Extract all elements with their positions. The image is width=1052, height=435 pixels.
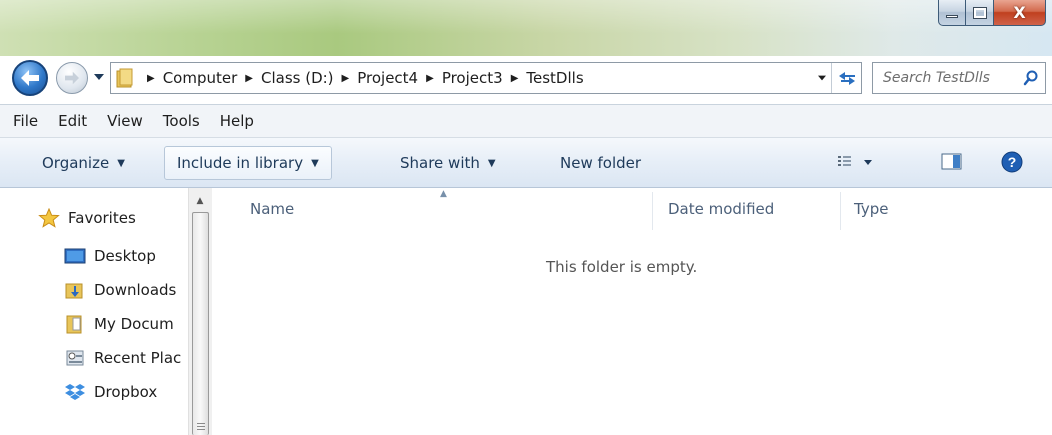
nav-my-documents[interactable]: My Docum: [64, 314, 174, 334]
close-icon: X: [1013, 2, 1026, 22]
change-view-button[interactable]: [836, 152, 884, 176]
nav-desktop[interactable]: Desktop: [64, 246, 156, 266]
command-bar: Organize ▼ Include in library ▼ Share wi…: [0, 138, 1052, 188]
chevron-down-icon: ▼: [117, 157, 125, 169]
minimize-button[interactable]: [938, 0, 966, 26]
breadcrumb-project3[interactable]: ▶ Project3: [418, 63, 503, 93]
share-with-button[interactable]: Share with ▼: [388, 146, 508, 180]
address-bar[interactable]: ▶ Computer ▶ Class (D:) ▶ Project4 ▶ Pro…: [110, 62, 862, 94]
recent-pages-dropdown[interactable]: [92, 70, 106, 84]
window-titlebar: [0, 0, 1052, 56]
address-history-dropdown[interactable]: [813, 74, 831, 82]
nav-favorites[interactable]: Favorites: [38, 208, 136, 228]
desktop-label: Desktop: [94, 247, 156, 265]
empty-folder-message: This folder is empty.: [546, 258, 698, 276]
dropbox-icon: [64, 382, 86, 402]
breadcrumb-separator-icon[interactable]: ▶: [245, 73, 253, 84]
caption-buttons: X: [938, 0, 1046, 30]
recent-places-icon: [64, 348, 86, 368]
search-icon[interactable]: [1017, 70, 1045, 86]
breadcrumb-separator-icon[interactable]: ▶: [342, 73, 350, 84]
new-folder-label: New folder: [560, 154, 642, 172]
breadcrumb-label[interactable]: TestDlls: [526, 69, 583, 87]
breadcrumb-separator-icon[interactable]: ▶: [147, 73, 155, 84]
downloads-label: Downloads: [94, 281, 177, 299]
back-button[interactable]: [12, 60, 48, 96]
navigation-pane: Favorites Desktop Downloads My Docum Rec…: [10, 188, 188, 435]
search-input[interactable]: Search TestDlls: [872, 62, 1046, 94]
downloads-folder-icon: [64, 280, 86, 300]
help-icon: ?: [1001, 151, 1023, 173]
breadcrumb-label[interactable]: Project3: [442, 69, 503, 87]
back-arrow-icon: [21, 70, 39, 86]
forward-button[interactable]: [56, 62, 88, 94]
favorites-label: Favorites: [68, 209, 136, 227]
maximize-button[interactable]: [966, 0, 994, 26]
breadcrumb-computer[interactable]: ▶ Computer: [139, 63, 237, 93]
breadcrumb-label[interactable]: Computer: [163, 69, 238, 87]
minimize-icon: [946, 15, 958, 18]
breadcrumb-class-d[interactable]: ▶ Class (D:): [237, 63, 333, 93]
scroll-up-arrow-icon[interactable]: ▲: [189, 192, 211, 210]
chevron-down-icon: ▼: [311, 157, 319, 169]
new-folder-button[interactable]: New folder: [548, 146, 653, 180]
breadcrumb-testdlls[interactable]: ▶ TestDlls: [503, 63, 584, 93]
menu-edit[interactable]: Edit: [48, 112, 97, 130]
explorer-content: Favorites Desktop Downloads My Docum Rec…: [0, 188, 1052, 435]
chevron-down-icon: ▼: [487, 157, 496, 169]
include-in-library-button[interactable]: Include in library ▼: [164, 146, 332, 180]
close-button[interactable]: X: [994, 0, 1046, 26]
details-view-icon: [838, 156, 872, 166]
recent-places-label: Recent Plac: [94, 349, 182, 367]
sort-ascending-icon: ▲: [440, 189, 447, 199]
column-header-name[interactable]: Name: [250, 200, 294, 218]
chevron-down-icon: [818, 75, 826, 81]
nav-recent-places[interactable]: Recent Plac: [64, 348, 181, 368]
preview-pane-icon: [941, 153, 962, 170]
breadcrumb-label[interactable]: Class (D:): [261, 69, 334, 87]
star-icon: [38, 208, 60, 228]
column-divider[interactable]: [652, 192, 653, 230]
menu-tools[interactable]: Tools: [153, 112, 210, 130]
include-in-library-label: Include in library: [177, 154, 304, 172]
navigation-pane-scrollbar[interactable]: ▲: [188, 188, 212, 435]
menu-bar: File Edit View Tools Help: [0, 104, 1052, 138]
column-header-date-modified[interactable]: Date modified: [668, 200, 774, 218]
refresh-icon: [838, 72, 855, 85]
breadcrumb-separator-icon[interactable]: ▶: [511, 73, 519, 84]
column-divider[interactable]: [840, 192, 841, 230]
menu-file[interactable]: File: [3, 112, 48, 130]
help-button[interactable]: ?: [1000, 150, 1024, 178]
refresh-button[interactable]: [831, 63, 861, 93]
scrollbar-thumb[interactable]: [192, 212, 209, 435]
dropbox-label: Dropbox: [94, 383, 158, 401]
column-header-type[interactable]: Type: [854, 200, 888, 218]
navigation-bar: ▶ Computer ▶ Class (D:) ▶ Project4 ▶ Pro…: [0, 56, 1052, 104]
maximize-icon: [972, 6, 987, 19]
grip-icon: [197, 423, 205, 432]
documents-icon: [64, 314, 86, 334]
folder-icon: [111, 63, 139, 93]
menu-help[interactable]: Help: [210, 112, 264, 130]
my-documents-label: My Docum: [94, 315, 174, 333]
share-with-label: Share with: [400, 154, 480, 172]
breadcrumb-project4[interactable]: ▶ Project4: [334, 63, 419, 93]
organize-label: Organize: [42, 154, 110, 172]
breadcrumb-separator-icon[interactable]: ▶: [426, 73, 434, 84]
desktop-icon: [64, 246, 86, 266]
nav-dropbox[interactable]: Dropbox: [64, 382, 157, 402]
menu-view[interactable]: View: [97, 112, 153, 130]
organize-button[interactable]: Organize ▼: [30, 146, 137, 180]
preview-pane-button[interactable]: [940, 152, 964, 176]
nav-downloads[interactable]: Downloads: [64, 280, 176, 300]
breadcrumb: ▶ Computer ▶ Class (D:) ▶ Project4 ▶ Pro…: [139, 63, 813, 93]
svg-text:?: ?: [1008, 154, 1017, 170]
search-placeholder[interactable]: Search TestDlls: [873, 70, 1017, 86]
forward-arrow-icon: [65, 71, 79, 85]
breadcrumb-label[interactable]: Project4: [357, 69, 418, 87]
file-list[interactable]: ▲ Name Date modified Type This folder is…: [212, 188, 1052, 435]
chevron-down-icon: [94, 74, 104, 80]
